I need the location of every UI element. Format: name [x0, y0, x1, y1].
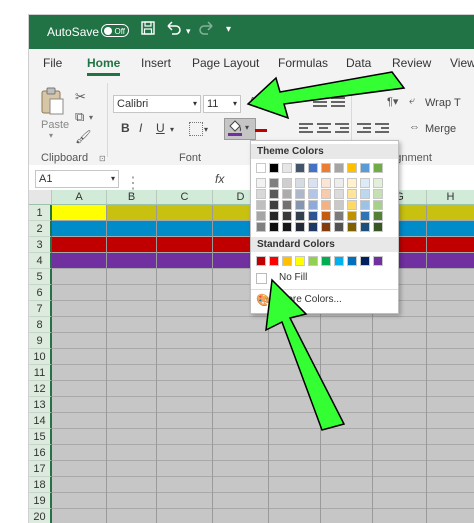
- arrow-to-no-fill: [265, 278, 346, 431]
- arrow-to-fill-color: [246, 71, 406, 120]
- excel-screenshot: AutoSave Off ▾ ▾ File Home Insert Page L…: [0, 0, 474, 523]
- annotation-arrows: [246, 71, 406, 431]
